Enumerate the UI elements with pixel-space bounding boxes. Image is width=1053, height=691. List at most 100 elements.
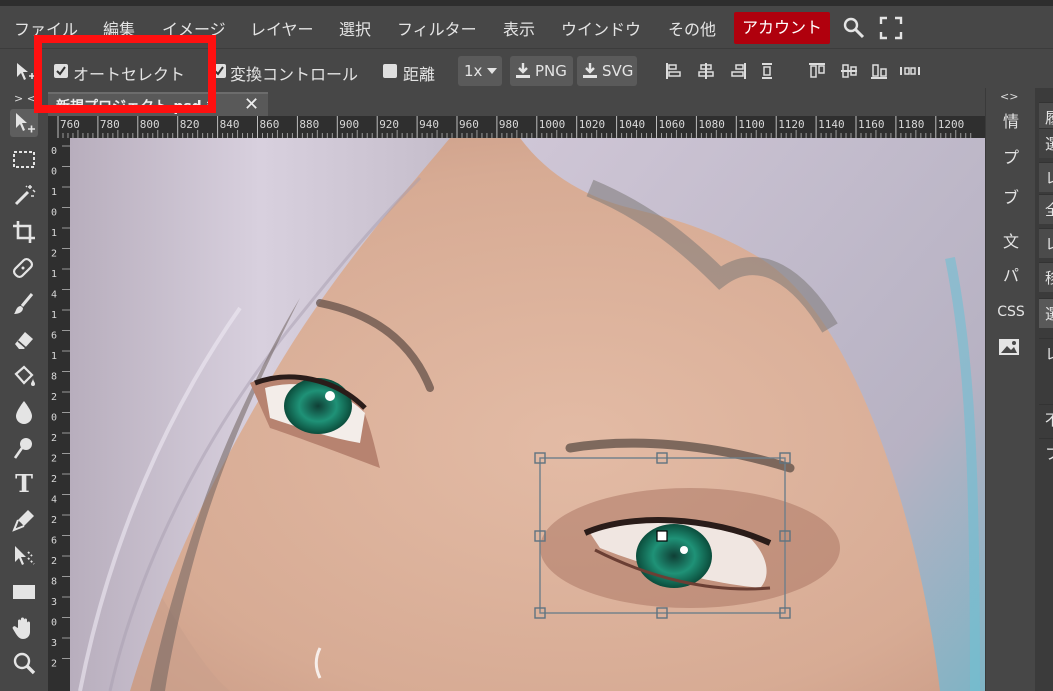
ruler-left-label: 6 xyxy=(51,536,57,547)
ruler-left-label: 3 xyxy=(51,597,57,608)
ruler-left-label: 3 xyxy=(51,638,57,649)
ruler-left-label: 2 xyxy=(51,433,57,444)
ruler-left-label: 2 xyxy=(51,556,57,567)
align-bottom-icon[interactable] xyxy=(870,62,888,80)
ruler-top-label: 800 xyxy=(140,118,160,131)
panel-info-button[interactable]: 情 xyxy=(986,108,1036,132)
panel-row[interactable]: 選 xyxy=(1039,128,1053,158)
healing-icon[interactable] xyxy=(10,254,38,282)
ruler-top-label: 880 xyxy=(299,118,319,131)
menu-filter[interactable]: フィルター xyxy=(397,16,477,40)
panel-row[interactable]: 移 xyxy=(1039,262,1053,292)
ruler-top-label: 900 xyxy=(339,118,359,131)
panel-row[interactable]: レ xyxy=(1039,162,1053,192)
eraser-icon[interactable] xyxy=(10,326,38,354)
align-right-icon[interactable] xyxy=(729,62,747,80)
panel-brush-button[interactable]: ブ xyxy=(986,184,1036,208)
ruler-top-label: 1000 xyxy=(539,118,566,131)
ruler-left-label: 2 xyxy=(51,474,57,485)
ruler-left-label: 4 xyxy=(51,495,57,506)
ruler-left-label: 2 xyxy=(51,249,57,260)
move-tool-icon[interactable] xyxy=(10,109,38,137)
ruler-top-label: 1080 xyxy=(698,118,725,131)
align-top-icon[interactable] xyxy=(808,62,826,80)
ruler-top-label: 820 xyxy=(180,118,200,131)
highlight-box xyxy=(34,35,216,113)
ruler-top-label: 940 xyxy=(419,118,439,131)
distribute-v-icon[interactable] xyxy=(899,62,921,80)
export-png-button[interactable]: PNG xyxy=(510,56,573,86)
distance-label: 距離 xyxy=(403,65,436,84)
ruler-left-label: 0 xyxy=(51,167,57,178)
blur-icon[interactable] xyxy=(10,398,38,426)
menu-window[interactable]: ウインドウ xyxy=(561,16,641,40)
brush-icon[interactable] xyxy=(10,290,38,318)
ruler-top-label: 1120 xyxy=(778,118,805,131)
panel-row[interactable]: 選 xyxy=(1039,298,1053,328)
fullscreen-icon[interactable] xyxy=(879,16,903,40)
zoom-select[interactable]: 1x xyxy=(458,56,502,86)
align-center-h-icon[interactable] xyxy=(697,62,715,80)
menu-more[interactable]: その他 xyxy=(668,16,716,40)
zoom-value: 1x xyxy=(464,62,483,80)
ruler-top-ticks: 760 780 800 820 840 860 880 900 920 940 960 980 1000… xyxy=(57,116,972,138)
pen-icon[interactable] xyxy=(10,506,38,534)
panel-character-button[interactable]: 文 xyxy=(986,228,1036,252)
menu-view[interactable]: 表示 xyxy=(503,16,535,40)
menu-select[interactable]: 選択 xyxy=(339,16,371,40)
left-toolbar: > < T xyxy=(0,92,48,691)
search-icon[interactable] xyxy=(842,16,866,40)
canvas[interactable] xyxy=(70,138,985,691)
panel-collapse-arrows[interactable]: <> xyxy=(1000,90,1018,103)
ruler-top-label: 1060 xyxy=(659,118,686,131)
move-tool-icon xyxy=(14,61,36,83)
ruler-top-label: 1180 xyxy=(898,118,925,131)
ruler-top-label: 960 xyxy=(459,118,479,131)
dodge-icon[interactable] xyxy=(10,434,38,462)
panel-css-button[interactable]: CSS xyxy=(986,304,1036,320)
export-svg-button[interactable]: SVG xyxy=(577,56,637,86)
magic-wand-icon[interactable] xyxy=(10,182,38,210)
ruler-left-label: 2 xyxy=(51,454,57,465)
ruler-top-label: 1140 xyxy=(818,118,845,131)
distribute-h-icon[interactable] xyxy=(758,62,776,80)
ruler-top-label: 1040 xyxy=(619,118,646,131)
panel-properties-button[interactable]: プ xyxy=(986,144,1036,168)
ruler-left-label: 0 xyxy=(51,413,57,424)
distance-checkbox[interactable] xyxy=(383,64,397,78)
ruler-left-label: 4 xyxy=(51,290,57,301)
crop-icon[interactable] xyxy=(10,218,38,246)
hand-icon[interactable] xyxy=(10,614,38,642)
ruler-left-label: 2 xyxy=(51,392,57,403)
panel-paragraph-button[interactable]: パ xyxy=(986,262,1036,286)
far-right-panel: 履 選 レ 全 レ 移 選 レ 不 フ xyxy=(1035,88,1053,691)
close-icon[interactable]: ✕ xyxy=(244,94,259,115)
ruler-left-label: 0 xyxy=(51,618,57,629)
ruler-top: 760 780 800 820 840 860 880 900 920 940 960 980 1000… xyxy=(54,116,985,138)
path-select-icon[interactable] xyxy=(10,542,38,570)
ruler-left-label: 1 xyxy=(51,310,57,321)
align-left-icon[interactable] xyxy=(665,62,683,80)
ruler-left-label: 8 xyxy=(51,577,57,588)
menu-account[interactable]: アカウント xyxy=(734,12,831,44)
rectangle-icon[interactable] xyxy=(10,578,38,606)
ruler-left-label: 1 xyxy=(51,351,57,362)
ruler-top-label: 1020 xyxy=(579,118,606,131)
ruler-top-label: 840 xyxy=(220,118,240,131)
ruler-top-label: 760 xyxy=(60,118,80,131)
panel-row[interactable]: 全 xyxy=(1039,194,1053,224)
fill-icon[interactable] xyxy=(10,362,38,390)
download-icon xyxy=(583,63,597,78)
text-tool-icon[interactable]: T xyxy=(10,470,38,498)
image-icon[interactable] xyxy=(998,338,1020,356)
fill-label: フ xyxy=(1039,438,1053,468)
panel-layers-tab[interactable]: レ xyxy=(1039,338,1053,368)
panel-row[interactable]: レ xyxy=(1039,228,1053,258)
ruler-left-label: 1 xyxy=(51,228,57,239)
align-middle-icon[interactable] xyxy=(840,62,858,80)
marquee-tool-icon[interactable] xyxy=(10,146,38,174)
ruler-top-label: 1100 xyxy=(738,118,765,131)
menu-layer[interactable]: レイヤー xyxy=(250,16,314,40)
toolbar-collapse-arrows[interactable]: > < xyxy=(14,92,36,105)
zoom-icon[interactable] xyxy=(10,650,38,678)
